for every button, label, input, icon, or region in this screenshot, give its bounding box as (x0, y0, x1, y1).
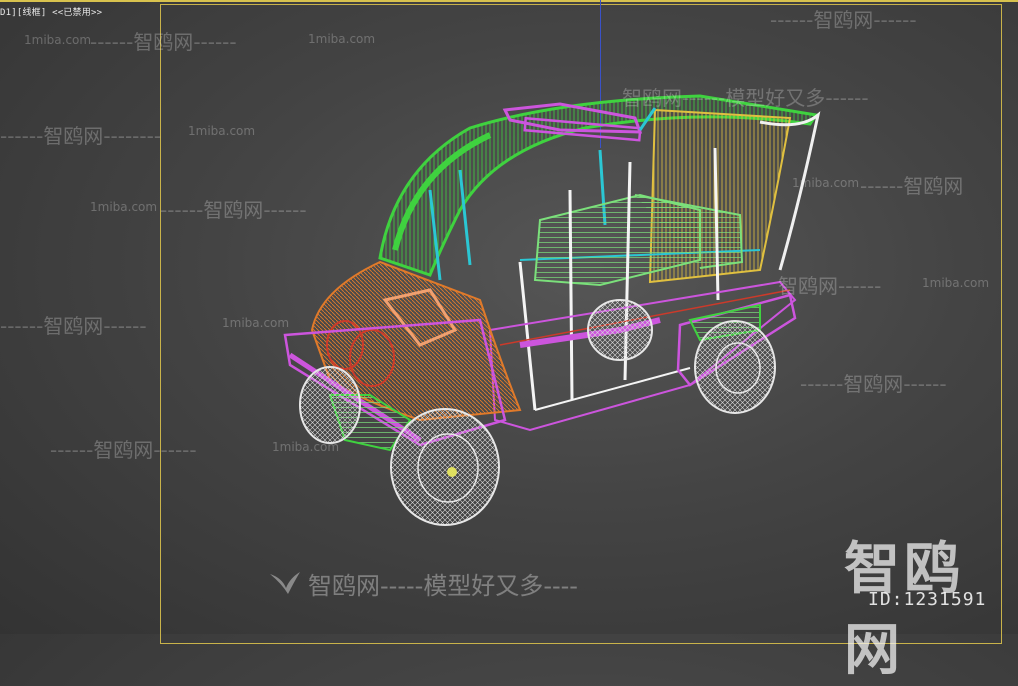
watermark-domain: 1miba.com (24, 33, 92, 47)
watermark-domain: 1miba.com (922, 276, 990, 290)
watermark-brand: ------智鸥网------ (90, 30, 237, 54)
watermark-brand: 智鸥网------模型好又多------ (622, 86, 869, 110)
front-left-wheel (390, 408, 500, 526)
watermark-domain: 1miba.com (792, 176, 860, 190)
bottom-watermark: 智鸥网-----模型好又多---- (308, 572, 578, 600)
watermark-domain: 1miba.com (90, 200, 158, 214)
watermark-brand: ------智鸥网 (860, 174, 964, 198)
front-right-wheel (299, 366, 361, 444)
model-id: ID:1231591 (868, 589, 987, 610)
watermark-domain: 1miba.com (308, 32, 376, 46)
watermark-brand: ------智鸥网------ (800, 372, 947, 396)
watermark-brand: 智鸥网------ (778, 274, 882, 298)
watermark-domain: 1miba.com (272, 440, 340, 454)
watermark-brand: ------智鸥网------ (160, 198, 307, 222)
watermark-brand: ------智鸥网------ (0, 314, 147, 338)
watermark-domain: 1miba.com (222, 316, 290, 330)
watermark-domain: 1miba.com (188, 124, 256, 138)
watermark-brand: ------智鸥网------ (50, 438, 197, 462)
watermark-brand: ------智鸥网-------- (0, 124, 162, 148)
watermark-brand: ------智鸥网------ (770, 8, 917, 32)
rear-right-wheel (587, 299, 653, 361)
rear-left-wheel (694, 320, 776, 414)
